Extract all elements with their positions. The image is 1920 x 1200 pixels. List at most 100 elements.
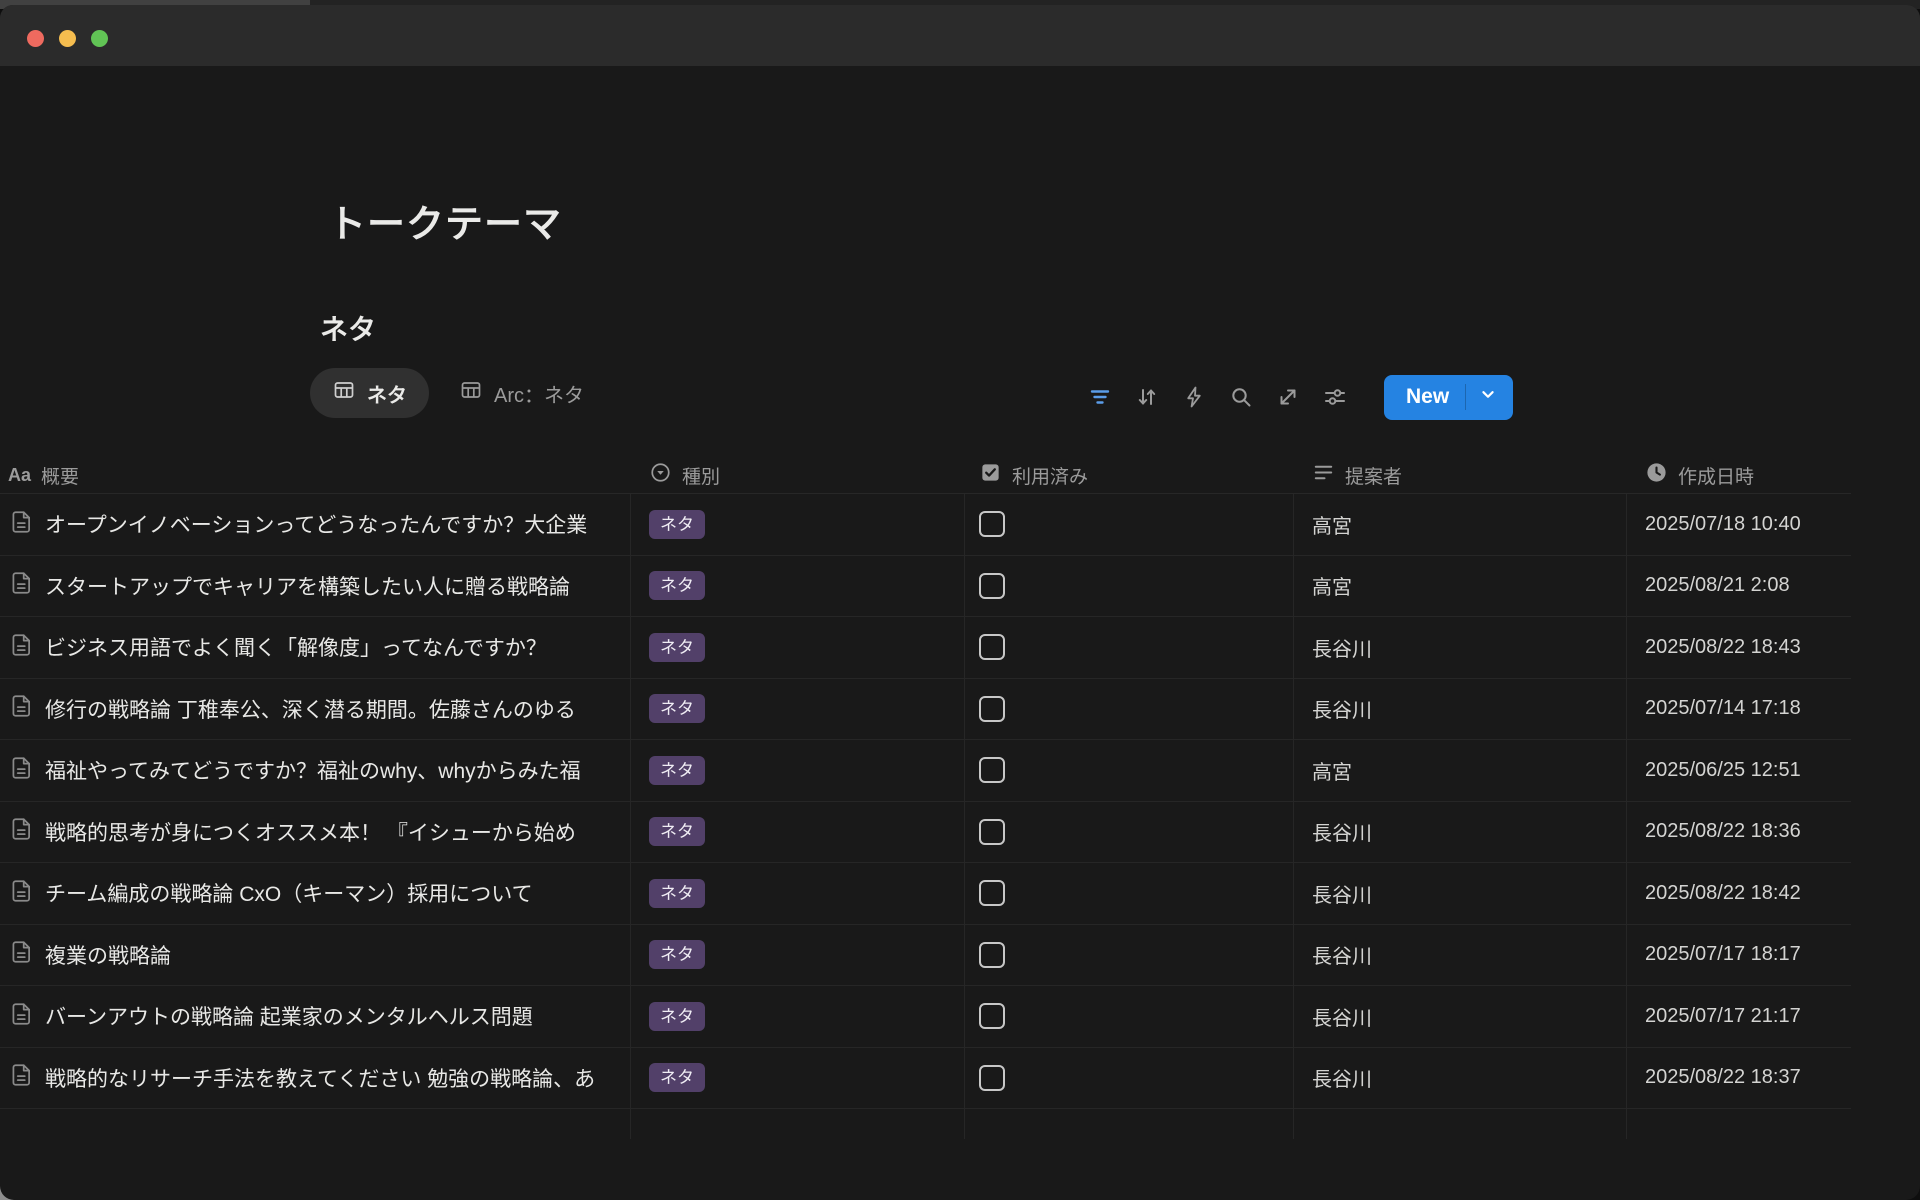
table-row[interactable]: 複業の戦略論 ネタ 長谷川 2025/07/17 18:17	[0, 925, 1851, 987]
summary-cell[interactable]: バーンアウトの戦略論 起業家のメンタルヘルス問題	[0, 986, 631, 1047]
created-cell[interactable]: 2025/07/14 17:18	[1627, 679, 1851, 740]
proposer-cell[interactable]: 長谷川	[1294, 863, 1627, 924]
type-cell[interactable]: ネタ	[631, 986, 965, 1047]
created-cell[interactable]: 2025/08/22 18:36	[1627, 802, 1851, 863]
type-cell[interactable]: ネタ	[631, 679, 965, 740]
summary-cell[interactable]: 福祉やってみてどうですか？福祉のwhy、whyからみた福	[0, 740, 631, 801]
summary-cell[interactable]: 戦略的なリサーチ手法を教えてください 勉強の戦略論、あ	[0, 1048, 631, 1109]
used-checkbox[interactable]	[979, 1003, 1005, 1029]
page-icon	[8, 570, 34, 601]
page-title[interactable]: トークテーマ	[328, 193, 562, 248]
used-cell[interactable]	[965, 802, 1294, 863]
used-cell[interactable]	[965, 1048, 1294, 1109]
created-cell[interactable]: 2025/07/18 10:40	[1627, 494, 1851, 555]
proposer-text: 長谷川	[1312, 1002, 1372, 1031]
column-header-proposer[interactable]: 提案者	[1294, 457, 1627, 493]
type-cell[interactable]: ネタ	[631, 802, 965, 863]
created-cell[interactable]: 2025/08/22 18:37	[1627, 1048, 1851, 1109]
table-row[interactable]: 福祉やってみてどうですか？福祉のwhy、whyからみた福 ネタ 高宮 2025/…	[0, 740, 1851, 802]
proposer-cell[interactable]: 高宮	[1294, 556, 1627, 617]
column-header-created[interactable]: 作成日時	[1627, 457, 1851, 493]
used-cell[interactable]	[965, 617, 1294, 678]
view-tab-arc-neta[interactable]: Arc：ネタ	[455, 378, 588, 408]
database-toolbar: New	[1088, 374, 1513, 420]
used-checkbox[interactable]	[979, 1065, 1005, 1091]
created-cell[interactable]: 2025/08/21 2:08	[1627, 556, 1851, 617]
new-button[interactable]: New	[1384, 375, 1513, 420]
used-checkbox[interactable]	[979, 573, 1005, 599]
view-tab-neta[interactable]: ネタ	[310, 368, 429, 418]
used-cell[interactable]	[965, 494, 1294, 555]
used-checkbox[interactable]	[979, 819, 1005, 845]
type-cell[interactable]: ネタ	[631, 617, 965, 678]
used-cell[interactable]	[965, 740, 1294, 801]
type-cell[interactable]: ネタ	[631, 494, 965, 555]
chevron-down-icon[interactable]	[1477, 383, 1499, 411]
table-row[interactable]: 修行の戦略論 丁稚奉公、深く潜る期間。佐藤さんのゆる ネタ 長谷川 2025/0…	[0, 679, 1851, 741]
table-row[interactable]: バーンアウトの戦略論 起業家のメンタルヘルス問題 ネタ 長谷川 2025/07/…	[0, 986, 1851, 1048]
used-checkbox[interactable]	[979, 634, 1005, 660]
proposer-cell[interactable]: 長谷川	[1294, 925, 1627, 986]
created-cell[interactable]: 2025/08/22 18:42	[1627, 863, 1851, 924]
used-cell[interactable]	[965, 679, 1294, 740]
table-row[interactable]: 戦略的なリサーチ手法を教えてください 勉強の戦略論、あ ネタ 長谷川 2025/…	[0, 1048, 1851, 1110]
minimize-window-button[interactable]	[59, 30, 76, 47]
proposer-cell[interactable]: 高宮	[1294, 494, 1627, 555]
summary-cell[interactable]: 複業の戦略論	[0, 925, 631, 986]
zoom-window-button[interactable]	[91, 30, 108, 47]
expand-icon[interactable]	[1276, 385, 1300, 409]
used-checkbox[interactable]	[979, 942, 1005, 968]
type-cell[interactable]: ネタ	[631, 740, 965, 801]
table-row[interactable]: 戦略的思考が身につくオススメ本！ 『イシューから始め ネタ 長谷川 2025/0…	[0, 802, 1851, 864]
table-row[interactable]: オープンイノベーションってどうなったんですか？大企業 ネタ 高宮 2025/07…	[0, 494, 1851, 556]
created-text: 2025/08/22 18:43	[1645, 636, 1801, 659]
proposer-text: 長谷川	[1312, 879, 1372, 908]
created-cell[interactable]: 2025/06/25 12:51	[1627, 740, 1851, 801]
used-checkbox[interactable]	[979, 511, 1005, 537]
summary-cell[interactable]: 修行の戦略論 丁稚奉公、深く潜る期間。佐藤さんのゆる	[0, 679, 631, 740]
column-header-used[interactable]: 利用済み	[965, 457, 1294, 493]
used-cell[interactable]	[965, 986, 1294, 1047]
table-row[interactable]: チーム編成の戦略論 CxO（キーマン）採用について ネタ 長谷川 2025/08…	[0, 863, 1851, 925]
created-cell[interactable]: 2025/07/17 21:17	[1627, 986, 1851, 1047]
proposer-cell[interactable]: 長谷川	[1294, 1048, 1627, 1109]
proposer-cell[interactable]: 長谷川	[1294, 802, 1627, 863]
table-row[interactable]: ビジネス用語でよく聞く「解像度」ってなんですか？ ネタ 長谷川 2025/08/…	[0, 617, 1851, 679]
view-settings-icon[interactable]	[1323, 385, 1347, 409]
column-header-summary[interactable]: Aa 概要	[0, 457, 631, 493]
created-cell[interactable]: 2025/08/22 18:43	[1627, 617, 1851, 678]
used-checkbox[interactable]	[979, 757, 1005, 783]
proposer-cell[interactable]: 高宮	[1294, 740, 1627, 801]
summary-cell[interactable]: スタートアップでキャリアを構築したい人に贈る戦略論	[0, 556, 631, 617]
used-checkbox[interactable]	[979, 880, 1005, 906]
column-header-type[interactable]: 種別	[631, 457, 965, 493]
page-icon	[8, 816, 34, 847]
type-cell[interactable]: ネタ	[631, 863, 965, 924]
used-cell[interactable]	[965, 556, 1294, 617]
summary-cell[interactable]: 戦略的思考が身につくオススメ本！ 『イシューから始め	[0, 802, 631, 863]
summary-cell[interactable]: ビジネス用語でよく聞く「解像度」ってなんですか？	[0, 617, 631, 678]
type-tag: ネタ	[649, 633, 705, 662]
type-cell[interactable]: ネタ	[631, 556, 965, 617]
type-cell[interactable]: ネタ	[631, 1048, 965, 1109]
proposer-cell[interactable]: 長谷川	[1294, 679, 1627, 740]
search-icon[interactable]	[1229, 385, 1253, 409]
database-title[interactable]: ネタ	[320, 308, 376, 348]
automation-icon[interactable]	[1182, 385, 1206, 409]
close-window-button[interactable]	[27, 30, 44, 47]
used-cell[interactable]	[965, 925, 1294, 986]
proposer-cell[interactable]: 長谷川	[1294, 986, 1627, 1047]
summary-cell[interactable]: オープンイノベーションってどうなったんですか？大企業	[0, 494, 631, 555]
used-checkbox[interactable]	[979, 696, 1005, 722]
type-tag: ネタ	[649, 1002, 705, 1031]
filter-icon[interactable]	[1088, 385, 1112, 409]
sort-icon[interactable]	[1135, 385, 1159, 409]
type-cell[interactable]: ネタ	[631, 925, 965, 986]
created-cell[interactable]: 2025/07/17 18:17	[1627, 925, 1851, 986]
summary-cell[interactable]: チーム編成の戦略論 CxO（キーマン）採用について	[0, 863, 631, 924]
page-icon	[8, 755, 34, 786]
proposer-cell[interactable]: 長谷川	[1294, 617, 1627, 678]
table-row[interactable]: スタートアップでキャリアを構築したい人に贈る戦略論 ネタ 高宮 2025/08/…	[0, 556, 1851, 618]
used-cell[interactable]	[965, 863, 1294, 924]
type-tag: ネタ	[649, 510, 705, 539]
